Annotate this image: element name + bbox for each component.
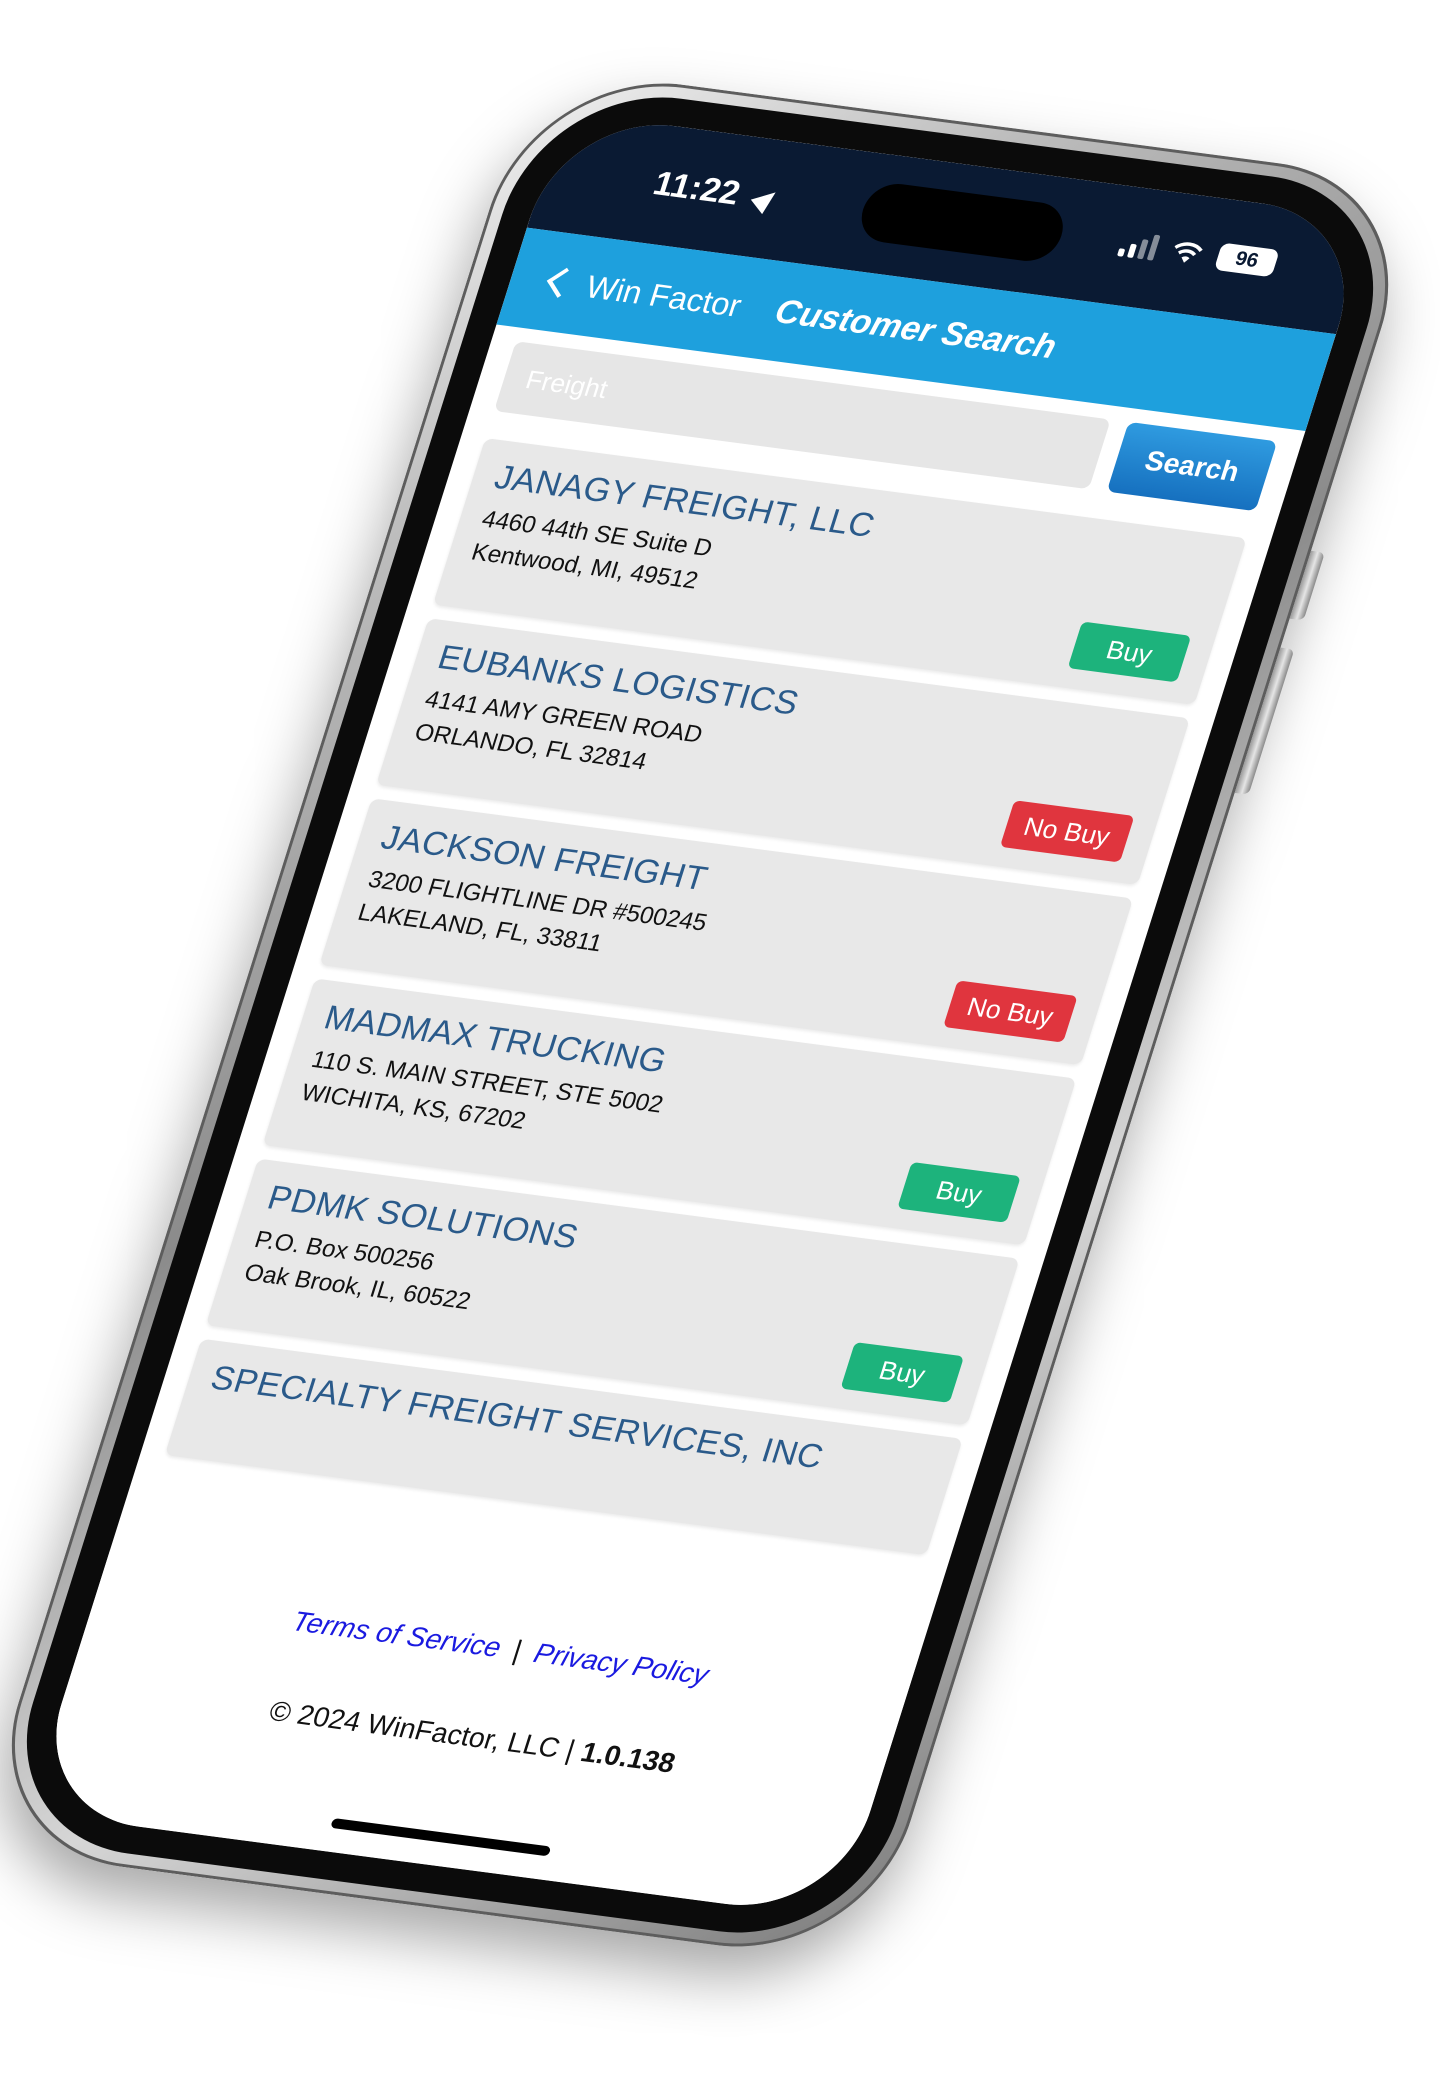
app-version: 1.0.138 — [577, 1736, 680, 1779]
cellular-signal-icon — [1116, 231, 1161, 261]
privacy-policy-link[interactable]: Privacy Policy — [530, 1637, 712, 1690]
terms-of-service-link[interactable]: Terms of Service — [288, 1606, 505, 1663]
status-time-text: 11:22 — [648, 164, 745, 213]
status-icons: 96 — [1116, 230, 1280, 278]
link-separator: | — [509, 1634, 527, 1666]
search-button[interactable]: Search — [1106, 421, 1278, 512]
battery-icon: 96 — [1213, 242, 1280, 278]
wifi-icon — [1174, 242, 1203, 263]
status-time: 11:22 — [649, 165, 782, 219]
stage: 11:22 96 Win Factor Customer Search Frei… — [0, 0, 1440, 2074]
dynamic-island — [853, 180, 1071, 265]
phone-mockup: 11:22 96 Win Factor Customer Search Frei… — [0, 65, 1428, 1965]
location-arrow-icon — [750, 185, 781, 215]
chevron-left-icon — [546, 267, 578, 298]
results-list: JANAGY FREIGHT, LLC 4460 44th SE Suite D… — [110, 421, 1275, 1657]
back-button-label: Win Factor — [581, 268, 747, 324]
page-title: Customer Search — [770, 292, 1062, 366]
battery-level: 96 — [1232, 247, 1262, 272]
home-indicator[interactable] — [330, 1817, 552, 1857]
copyright-text: © 2024 WinFactor, LLC | — [265, 1695, 579, 1766]
back-button[interactable]: Win Factor — [546, 263, 746, 324]
phone-screen: 11:22 96 Win Factor Customer Search Frei… — [27, 111, 1373, 1919]
